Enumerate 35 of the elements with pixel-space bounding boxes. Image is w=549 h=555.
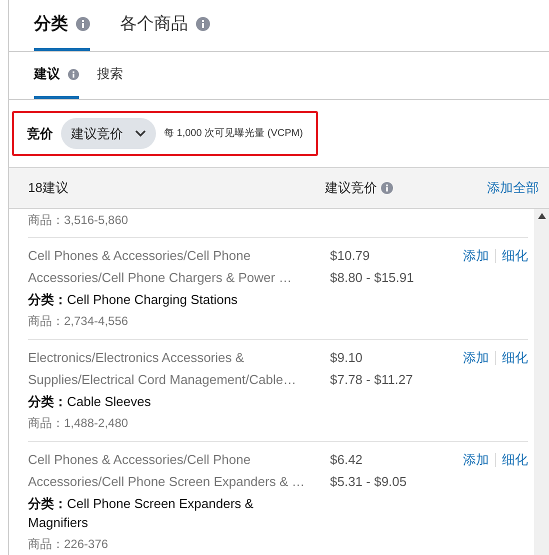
category-path: Electronics/Electronics Accessories & — [28, 349, 246, 367]
refine-link[interactable]: 细化 — [502, 245, 528, 267]
bid-label: 竞价 — [27, 124, 53, 143]
product-count: 商品：3,516-5,860 — [28, 212, 130, 229]
category-text: 分类：Cell Phone Charging Stations — [28, 291, 239, 309]
add-link[interactable]: 添加 — [463, 449, 489, 471]
category-path: Accessories/Cell Phone Chargers & Power … — [28, 269, 293, 287]
product-count: 商品：1,488-2,480 — [28, 415, 130, 432]
category-path: Accessories/Cell Phone Screen Expanders & … — [28, 473, 306, 491]
bid-dropdown[interactable]: 建议竞价 — [61, 118, 156, 149]
count-header: 18建议 — [28, 179, 70, 198]
tab[interactable]: 建议 — [34, 52, 79, 99]
suggested-bid: $6.42 — [330, 451, 364, 469]
category-text: 分类：Cell Phone Screen Expanders & Magnifiers — [28, 495, 254, 532]
tab[interactable]: 分类 — [34, 0, 90, 51]
suggested-bid: $10.79 — [330, 247, 371, 265]
bid-range: $5.31 - $9.05 — [330, 473, 408, 491]
add-link[interactable]: 添加 — [463, 245, 489, 267]
category-path: Supplies/Electrical Cord Management/Cable… — [28, 371, 298, 389]
bid-range: $8.80 - $15.91 — [330, 269, 415, 287]
bid-header: 建议竞价 — [325, 179, 377, 198]
product-count: 商品：226-376 — [28, 536, 110, 553]
bid-note: 每 1,000 次可见曝光量 (VCPM) — [164, 126, 303, 141]
bid-range: $7.78 - $11.27 — [330, 371, 414, 389]
category-path: Cell Phones & Accessories/Cell Phone — [28, 451, 252, 469]
refine-link[interactable]: 细化 — [502, 347, 528, 369]
suggested-bid: $9.10 — [330, 349, 364, 367]
product-count: 商品：2,734-4,556 — [28, 313, 130, 330]
add-link[interactable]: 添加 — [463, 347, 489, 369]
tab[interactable]: 搜索 — [97, 52, 123, 99]
tab[interactable]: 各个商品 — [120, 0, 210, 51]
refine-link[interactable]: 细化 — [502, 449, 528, 471]
add-all-link[interactable]: 添加全部 — [487, 178, 539, 198]
category-text: 分类：Cable Sleeves — [28, 393, 152, 411]
category-path: Cell Phones & Accessories/Cell Phone — [28, 247, 252, 265]
